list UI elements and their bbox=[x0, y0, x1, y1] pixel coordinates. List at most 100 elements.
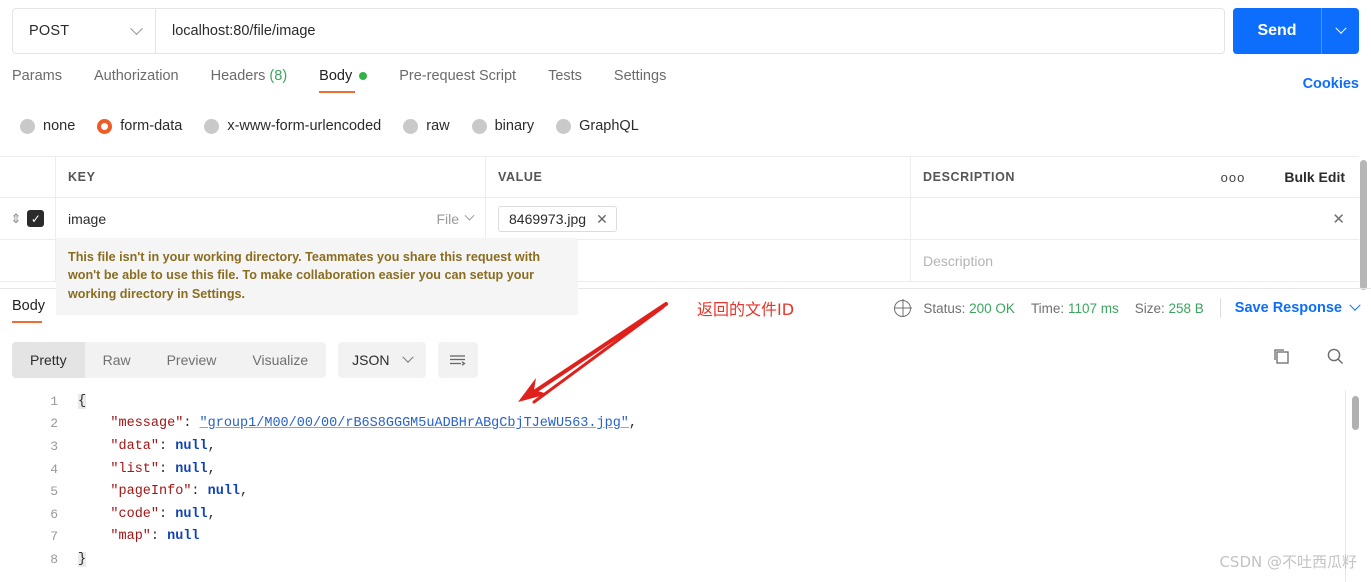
response-viewer-toolbar: Pretty Raw Preview Visualize JSON bbox=[12, 342, 478, 378]
wrap-lines-button[interactable] bbox=[437, 342, 478, 378]
url-input[interactable] bbox=[156, 9, 1224, 53]
row-spacer bbox=[1205, 240, 1261, 281]
method-label: POST bbox=[29, 23, 70, 39]
tab-count: (8) bbox=[269, 68, 288, 84]
bulk-edit-button[interactable]: Bulk Edit bbox=[1261, 157, 1359, 197]
time-meta: Time: 1107 ms bbox=[1031, 301, 1119, 316]
send-button[interactable]: Send bbox=[1233, 8, 1321, 54]
code-line[interactable]: "pageInfo": null, bbox=[78, 480, 637, 503]
body-type-none[interactable]: none bbox=[20, 118, 75, 134]
tab-settings[interactable]: Settings bbox=[614, 68, 666, 93]
body-type-binary[interactable]: binary bbox=[471, 118, 534, 134]
status-dot-icon bbox=[359, 72, 368, 80]
code-key: "map" bbox=[110, 529, 151, 545]
format-label: JSON bbox=[352, 352, 390, 368]
row-remove-button[interactable]: ✕ bbox=[1261, 198, 1359, 239]
copy-button[interactable] bbox=[1271, 346, 1291, 371]
size-value: 258 B bbox=[1168, 300, 1204, 316]
request-url-bar: POST bbox=[12, 8, 1225, 54]
line-number: 5 bbox=[50, 484, 58, 500]
code-line[interactable]: { bbox=[78, 390, 637, 413]
code-scrollbar[interactable] bbox=[1352, 396, 1359, 430]
tab-headers[interactable]: Headers (8) bbox=[211, 68, 288, 93]
code-value: null bbox=[175, 461, 208, 477]
tab-pre-request-script[interactable]: Pre-request Script bbox=[399, 68, 516, 93]
radio-label: form-data bbox=[120, 118, 183, 134]
radio-label: x-www-form-urlencoded bbox=[227, 118, 382, 134]
value-type-selector[interactable]: File bbox=[436, 210, 475, 227]
code-lines: { "message": "group1/M00/00/00/rB6S8GGGM… bbox=[78, 390, 637, 571]
tab-authorization[interactable]: Authorization bbox=[94, 68, 179, 93]
code-line[interactable]: "map": null bbox=[78, 526, 637, 549]
search-button[interactable] bbox=[1325, 346, 1345, 371]
viewer-mode-pretty[interactable]: Pretty bbox=[12, 342, 85, 378]
header-description: DESCRIPTION bbox=[923, 170, 1016, 184]
tab-params[interactable]: Params bbox=[12, 68, 62, 93]
save-response-button[interactable]: Save Response bbox=[1235, 299, 1361, 316]
line-number: 3 bbox=[50, 438, 58, 454]
response-body-code: 1 2 3 4 5 6 7 8 { "message": "group1/M00… bbox=[0, 390, 1371, 582]
code-comma: , bbox=[240, 484, 249, 500]
tab-body[interactable]: Body bbox=[319, 68, 368, 93]
code-brace: { bbox=[78, 393, 87, 409]
send-group: Send bbox=[1233, 8, 1359, 54]
file-chip[interactable]: 8469973.jpg ✕ bbox=[498, 205, 617, 232]
chevron-down-icon bbox=[464, 210, 475, 221]
code-key: "code" bbox=[110, 506, 160, 522]
wrap-lines-icon bbox=[450, 354, 466, 366]
method-selector[interactable]: POST bbox=[13, 9, 156, 53]
body-type-form-data[interactable]: form-data bbox=[97, 118, 182, 134]
request-tabs: Params Authorization Headers (8) Body Pr… bbox=[12, 68, 698, 104]
table-options-button[interactable]: ooo bbox=[1205, 157, 1261, 197]
viewer-mode-group: Pretty Raw Preview Visualize bbox=[12, 342, 327, 378]
header-gutter bbox=[0, 157, 56, 197]
format-selector[interactable]: JSON bbox=[338, 342, 426, 378]
viewer-actions bbox=[1271, 346, 1345, 371]
row-value-cell: 8469973.jpg ✕ bbox=[486, 198, 911, 239]
postman-window: POST Send Params Authorization Headers (… bbox=[0, 0, 1371, 582]
code-value: null bbox=[207, 484, 241, 500]
time-value: 1107 ms bbox=[1067, 300, 1119, 316]
viewer-mode-preview[interactable]: Preview bbox=[149, 342, 235, 378]
cookies-link[interactable]: Cookies bbox=[1303, 76, 1359, 92]
line-number: 2 bbox=[50, 416, 58, 432]
radio-icon bbox=[471, 118, 487, 134]
code-value: null bbox=[167, 529, 200, 545]
code-line[interactable]: } bbox=[78, 548, 637, 571]
line-number: 8 bbox=[50, 551, 58, 567]
code-line[interactable]: "data": null, bbox=[78, 435, 637, 458]
line-number: 6 bbox=[50, 506, 58, 522]
response-tab-body[interactable]: Body bbox=[12, 298, 45, 323]
viewer-mode-visualize[interactable]: Visualize bbox=[234, 342, 326, 378]
code-line[interactable]: "message": "group1/M00/00/00/rB6S8GGGM5u… bbox=[78, 413, 637, 436]
chevron-down-icon bbox=[1334, 22, 1347, 34]
chevron-down-icon bbox=[1349, 299, 1361, 311]
viewer-mode-raw[interactable]: Raw bbox=[85, 342, 149, 378]
body-type-graphql[interactable]: GraphQL bbox=[556, 118, 639, 134]
table-scrollbar[interactable] bbox=[1360, 160, 1367, 290]
radio-label: GraphQL bbox=[579, 118, 639, 134]
close-icon[interactable]: ✕ bbox=[596, 212, 608, 226]
code-line[interactable]: "list": null, bbox=[78, 458, 637, 481]
code-key: "data" bbox=[110, 438, 160, 454]
size-label: Size: bbox=[1134, 300, 1165, 316]
code-line[interactable]: "code": null, bbox=[78, 503, 637, 526]
radio-icon bbox=[556, 118, 572, 134]
code-brace: } bbox=[78, 551, 87, 567]
tab-tests[interactable]: Tests bbox=[548, 68, 582, 93]
watermark: CSDN @不吐西瓜籽 bbox=[1219, 553, 1357, 571]
drag-handle-icon[interactable]: ⇕ bbox=[11, 212, 22, 225]
more-options-icon: ooo bbox=[1220, 169, 1246, 185]
code-key: "pageInfo" bbox=[110, 484, 192, 500]
description-input[interactable] bbox=[923, 252, 1193, 269]
description-input[interactable] bbox=[923, 210, 1193, 227]
send-options-button[interactable] bbox=[1321, 8, 1359, 54]
header-key: KEY bbox=[56, 157, 486, 197]
row-checkbox[interactable]: ✓ bbox=[27, 210, 45, 227]
status-value: 200 OK bbox=[969, 300, 1015, 316]
key-input[interactable] bbox=[68, 210, 473, 227]
line-number: 4 bbox=[50, 461, 58, 477]
body-type-x-www-form-urlencoded[interactable]: x-www-form-urlencoded bbox=[204, 118, 381, 134]
body-type-raw[interactable]: raw bbox=[403, 118, 450, 134]
line-number: 1 bbox=[50, 393, 58, 409]
